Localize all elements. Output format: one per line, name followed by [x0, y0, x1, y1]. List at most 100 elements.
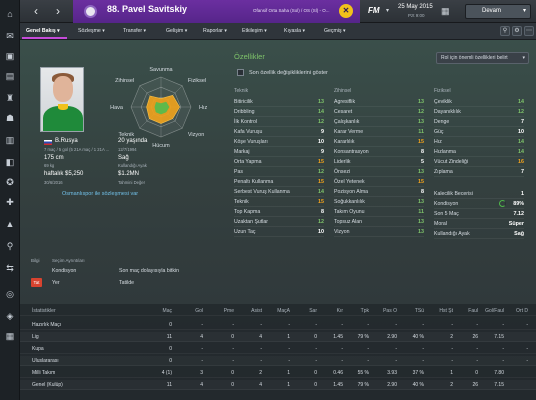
- calendar-icon[interactable]: ▤: [4, 70, 16, 82]
- attribute-row[interactable]: Dayanıklılık 12: [434, 107, 524, 117]
- table-cell: Maç: [162, 308, 172, 314]
- attribute-name: Cesaret: [334, 109, 353, 115]
- attribute-row[interactable]: Pas 12: [234, 167, 324, 177]
- attribute-row[interactable]: Liderlik 5: [334, 157, 424, 167]
- contract-link[interactable]: Osmanlıspor ile sözleşmesi var: [62, 191, 138, 197]
- attribute-row[interactable]: Kafa Vuruşu 9: [234, 127, 324, 137]
- tab-overview[interactable]: Genel Bakış ▾: [26, 28, 60, 34]
- wage: haftalık $5,250: [44, 171, 84, 177]
- home-icon[interactable]: ⌂: [4, 8, 16, 20]
- staff-icon[interactable]: ☗: [4, 112, 16, 124]
- table-row[interactable]: Milli Takım 4 (1) 3 0 2 1 0 0.46 55 % 3.93 37 % 1 0 7…: [20, 368, 536, 378]
- table-row[interactable]: Kupa 0 - - - - - - - - - - - - -: [20, 344, 536, 354]
- back-arrow-icon[interactable]: ‹: [28, 3, 44, 19]
- attribute-value: 11: [418, 209, 424, 215]
- attribute-value: 14: [518, 99, 524, 105]
- attribute-row[interactable]: Güç 10: [434, 127, 524, 137]
- trophy-icon[interactable]: ♜: [4, 92, 16, 104]
- table-cell: -: [367, 346, 369, 352]
- table-row[interactable]: Hazırlık Maçı 0 - - - - - - - - - - - - -: [20, 320, 536, 330]
- attribute-row[interactable]: Özel Yetenek 15: [334, 177, 424, 187]
- attribute-row[interactable]: Takım Oyunu 11: [334, 207, 424, 217]
- table-cell: 11: [166, 334, 172, 340]
- attribute-row[interactable]: Markaj 9: [234, 147, 324, 157]
- attribute-row[interactable]: Konsantrasyon 8: [334, 147, 424, 157]
- holiday-badge: Tat: [31, 278, 42, 287]
- search-icon[interactable]: ⚲: [4, 240, 16, 252]
- continue-button[interactable]: Devam ▾: [465, 4, 531, 19]
- finance-icon[interactable]: ▥: [4, 134, 16, 146]
- attribute-row[interactable]: Serbest Vuruş Kullanma 14: [234, 187, 324, 197]
- attribute-row[interactable]: Kararlılık 15: [334, 137, 424, 147]
- tab-contract[interactable]: Sözleşme ▾: [78, 28, 105, 34]
- attribute-row[interactable]: Agresiflik 13: [334, 97, 424, 107]
- show-changes-checkbox[interactable]: [237, 69, 244, 76]
- tactics-icon[interactable]: ▲: [4, 218, 16, 230]
- table-row[interactable]: Uluslararası 0 - - - - - - - - - - - - -: [20, 356, 536, 366]
- attribute-value: 13: [418, 219, 424, 225]
- role-attributes-dropdown[interactable]: Rol için önemli özellikleri belirt ▾: [436, 52, 529, 64]
- chevron-down-icon[interactable]: ▾: [386, 7, 389, 14]
- tab-development[interactable]: Gelişim ▾: [166, 28, 187, 34]
- attribute-name: Kararlılık: [334, 139, 355, 145]
- player-position-info: Ofansif Orta Saha (Sol) / OS (Sl) - O...: [253, 8, 330, 13]
- attribute-row[interactable]: Soğukkanlılık 13: [334, 197, 424, 207]
- attribute-row[interactable]: Pozisyon Alma 8: [334, 187, 424, 197]
- attribute-row[interactable]: Penaltı Kullanma 15: [234, 177, 324, 187]
- news-icon[interactable]: ▦: [4, 330, 16, 342]
- fm-menu-logo[interactable]: FM: [368, 6, 380, 15]
- gear-icon[interactable]: ⚙: [512, 26, 522, 36]
- attribute-row[interactable]: İlk Kontrol 12: [234, 117, 324, 127]
- attribute-row[interactable]: Çalışkanlık 13: [334, 117, 424, 127]
- table-cell: -: [341, 346, 343, 352]
- attribute-row[interactable]: Önsezi 13: [334, 167, 424, 177]
- attribute-row[interactable]: Top Kapma 8: [234, 207, 324, 217]
- competition-icon[interactable]: ◈: [4, 310, 16, 322]
- player-actions-icon[interactable]: ✕: [339, 4, 353, 18]
- table-row[interactable]: Lig 11 4 0 4 1 0 1.45 79 % 2.90 40 % 2 26 7.15: [20, 332, 536, 342]
- squad-icon[interactable]: ▣: [4, 50, 16, 62]
- attribute-row[interactable]: Uzun Taç 10: [234, 227, 324, 237]
- tab-interaction[interactable]: Etkileşim ▾: [242, 28, 267, 34]
- tab-transfer[interactable]: Transfer ▾: [123, 28, 146, 34]
- medical-icon[interactable]: ✚: [4, 196, 16, 208]
- calendar-icon[interactable]: ▦: [441, 6, 450, 17]
- attribute-row[interactable]: Cesaret 12: [334, 107, 424, 117]
- attribute-row[interactable]: Hız 14: [434, 137, 524, 147]
- attribute-row[interactable]: Zıplama 7: [434, 167, 524, 177]
- table-cell: -: [260, 358, 262, 364]
- radar-label: Fiziksel: [188, 78, 206, 84]
- inbox-icon[interactable]: ✉: [4, 30, 16, 42]
- attribute-row[interactable]: Köşe Vuruşları 10: [234, 137, 324, 147]
- tab-history[interactable]: Geçmiş ▾: [324, 28, 346, 34]
- attribute-row[interactable]: Hızlanma 14: [434, 147, 524, 157]
- attribute-row[interactable]: Denge 7: [434, 117, 524, 127]
- attribute-row[interactable]: Çeviklik 14: [434, 97, 524, 107]
- tab-reports[interactable]: Raporlar ▾: [203, 28, 227, 34]
- forward-arrow-icon[interactable]: ›: [50, 3, 66, 19]
- attribute-row[interactable]: Orta Yapma 15: [234, 157, 324, 167]
- table-cell: 2.90: [387, 382, 397, 388]
- attribute-row[interactable]: Dribbling 14: [234, 107, 324, 117]
- more-icon[interactable]: ⋯: [524, 26, 534, 36]
- transfers-icon[interactable]: ⇆: [4, 262, 16, 274]
- role-attributes-dropdown-label: Rol için önemli özellikleri belirt: [441, 55, 508, 61]
- training-icon[interactable]: ✪: [4, 176, 16, 188]
- scouting-icon[interactable]: ◎: [4, 288, 16, 300]
- search-icon[interactable]: ⚲: [500, 26, 510, 36]
- attribute-name: Çeviklik: [434, 99, 452, 105]
- attribute-row[interactable]: Bitiricilik 13: [234, 97, 324, 107]
- table-cell: 79 %: [357, 382, 369, 388]
- attribute-value: 14: [318, 189, 324, 195]
- tab-compare[interactable]: Kıyasla ▾: [284, 28, 305, 34]
- attribute-value: 7: [521, 119, 524, 125]
- attribute-row[interactable]: Vücut Zindeliği 16: [434, 157, 524, 167]
- attribute-row[interactable]: Uzaktan Şutlar 12: [234, 217, 324, 227]
- club-icon[interactable]: ◧: [4, 156, 16, 168]
- left-nav-rail: ⌂ ✉ ▣ ▤ ♜ ☗ ▥ ◧ ✪ ✚ ▲ ⚲ ⇆ ◎ ◈ ▦: [0, 0, 20, 400]
- table-row[interactable]: Genel (Kulüp) 11 4 0 4 1 0 1.45 79 % 2.90 40 % 2 26 7…: [20, 380, 536, 390]
- attribute-row[interactable]: Karar Verme 11: [334, 127, 424, 137]
- attribute-row[interactable]: Topsuz Alan 13: [334, 217, 424, 227]
- attribute-row[interactable]: Teknik 15: [234, 197, 324, 207]
- attribute-row[interactable]: Vizyon 13: [334, 227, 424, 237]
